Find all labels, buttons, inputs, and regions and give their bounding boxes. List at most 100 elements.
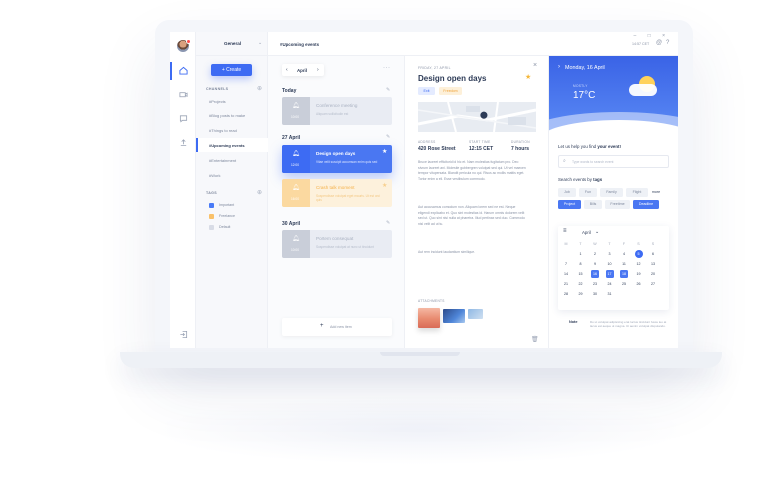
tag-important[interactable]: Important <box>219 203 234 207</box>
event-card[interactable]: 🔔︎ 16:00 Crash talk moment Suspendisse v… <box>282 179 392 207</box>
calendar-day[interactable]: 5 <box>634 250 643 258</box>
more-tags-link[interactable]: more <box>649 188 663 197</box>
video-icon[interactable] <box>178 90 188 100</box>
tag-filter-button[interactable]: Fun <box>579 188 597 197</box>
calendar-month[interactable]: April <box>582 230 591 235</box>
calendar-day[interactable]: 13 <box>649 260 657 268</box>
calendar-day[interactable]: 2 <box>591 250 599 258</box>
tag-filter-button[interactable]: Job <box>558 188 576 197</box>
calendar-day[interactable]: 10 <box>606 260 614 268</box>
menu-icon[interactable]: ≡ <box>563 228 567 234</box>
event-title: Crash talk moment <box>316 185 355 190</box>
sidebar-item-work[interactable]: #Work <box>209 173 220 178</box>
sidebar-item-upcoming-events[interactable]: #Upcoming events <box>209 143 245 148</box>
event-subtitle: Vitae velit suscipit accumsan enim quis … <box>316 160 378 164</box>
calendar-day[interactable]: 9 <box>591 260 599 268</box>
event-map[interactable]: ⬤ <box>418 102 536 132</box>
close-icon[interactable]: × <box>533 62 537 69</box>
event-chip[interactable]: Freedom <box>439 87 462 95</box>
attachment-thumbnail[interactable] <box>443 309 465 323</box>
tag-freelance[interactable]: Freelance <box>219 214 235 218</box>
trash-icon[interactable]: 🗑︎ <box>531 336 539 343</box>
star-icon[interactable]: ★ <box>525 73 531 81</box>
attachments-title: ATTACHMENTS <box>418 299 445 303</box>
edit-day-icon[interactable]: ✎ <box>386 220 390 226</box>
more-options-icon[interactable]: ··· <box>383 65 391 71</box>
tag-filter-button[interactable]: Family <box>600 188 623 197</box>
logout-icon[interactable] <box>178 330 188 340</box>
calendar-day[interactable]: 25 <box>620 280 628 288</box>
calendar-day[interactable]: 20 <box>649 270 657 278</box>
event-chip[interactable]: Exit <box>418 87 435 95</box>
bell-icon: 🔔︎ <box>292 103 300 109</box>
calendar-day[interactable]: 16 <box>591 270 599 278</box>
chevron-right-icon[interactable]: › <box>558 64 560 70</box>
tag-filter-button-active[interactable]: Project <box>558 200 581 209</box>
chevron-down-icon[interactable]: ⌄ <box>258 40 262 46</box>
tag-filter-button[interactable]: Flight <box>626 188 648 197</box>
event-card-selected[interactable]: 🔔︎ 12:00 Design open days Vitae velit su… <box>282 145 392 173</box>
edit-day-icon[interactable]: ✎ <box>386 87 390 93</box>
tag-filter-button[interactable]: Freetime <box>605 200 630 209</box>
upload-icon[interactable] <box>178 138 188 148</box>
calendar-day[interactable]: 30 <box>591 290 599 298</box>
sidebar-item-blog-posts[interactable]: #Blog posts to make <box>209 113 245 118</box>
event-subtitle: Aliquam sollicitudin est <box>316 112 349 116</box>
calendar-day[interactable]: 18 <box>620 270 628 278</box>
attachment-thumbnail[interactable] <box>468 309 483 319</box>
calendar-day[interactable]: 21 <box>562 280 570 288</box>
calendar-day[interactable]: 8 <box>577 260 585 268</box>
calendar-day[interactable]: 1 <box>577 250 585 258</box>
event-card[interactable]: 🔔︎ 10:00 Portem consequat Suspendisse vo… <box>282 230 392 258</box>
calendar-day[interactable]: 15 <box>577 270 585 278</box>
add-channel-icon[interactable]: ⊕ <box>257 85 262 92</box>
calendar-day[interactable]: 14 <box>562 270 570 278</box>
event-time: 10:00 <box>291 248 299 252</box>
help-icon[interactable]: ? <box>666 40 669 46</box>
next-month-icon[interactable]: › <box>317 67 319 73</box>
star-icon[interactable]: ★ <box>382 182 387 189</box>
calendar-day[interactable]: 26 <box>635 280 643 288</box>
calendar-day[interactable]: 29 <box>577 290 585 298</box>
calendar-day[interactable]: 24 <box>606 280 614 288</box>
help-text-bold: your event! <box>597 144 621 149</box>
chevron-down-icon[interactable]: ⌄ <box>595 229 599 235</box>
calendar-day[interactable]: 31 <box>606 290 614 298</box>
star-icon[interactable]: ★ <box>382 148 387 155</box>
window-controls[interactable]: – □ × <box>634 33 671 39</box>
create-button[interactable]: + Create <box>211 64 252 76</box>
calendar-day[interactable]: 19 <box>635 270 643 278</box>
calendar-day[interactable]: 28 <box>562 290 570 298</box>
home-icon[interactable] <box>178 66 188 76</box>
calendar-day[interactable]: 17 <box>605 270 614 278</box>
sidebar-item-entertainment[interactable]: #Entertainment <box>209 158 236 163</box>
add-new-item-button[interactable]: + Add new item <box>282 318 392 336</box>
tag-filter-button[interactable]: Bills <box>584 200 602 209</box>
channels-title: CHANNELS <box>206 87 229 91</box>
weather-date: Monday, 16 April <box>565 65 605 71</box>
attachment-thumbnail[interactable] <box>418 308 440 328</box>
calendar-day[interactable]: 27 <box>649 280 657 288</box>
search-input[interactable]: Type words to search event <box>572 160 613 164</box>
calendar-day[interactable]: 23 <box>591 280 599 288</box>
tag-filter-button-active[interactable]: Deadline <box>633 200 659 209</box>
add-tag-icon[interactable]: ⊕ <box>257 189 262 196</box>
calendar-day[interactable]: 6 <box>649 250 657 258</box>
calendar-day[interactable]: 12 <box>635 260 643 268</box>
tag-color-freelance <box>209 214 214 219</box>
calendar-day[interactable]: 11 <box>620 260 628 268</box>
calendar-day[interactable]: 3 <box>606 250 614 258</box>
search-box[interactable]: ⌕ Type words to search event <box>558 155 669 168</box>
calendar-day[interactable]: 4 <box>620 250 628 258</box>
event-card[interactable]: 🔔︎ 10:00 Conference meeting Aliquam soll… <box>282 97 392 125</box>
prev-month-icon[interactable]: ‹ <box>286 67 288 73</box>
calendar-day[interactable]: 7 <box>562 260 570 268</box>
at-icon[interactable]: @ <box>656 40 662 46</box>
calendar-day[interactable]: 22 <box>577 280 585 288</box>
sidebar-item-things-to-read[interactable]: #Things to read <box>209 128 237 133</box>
sidebar-item-projects[interactable]: #Projects <box>209 99 226 104</box>
tag-default[interactable]: Default <box>219 225 230 229</box>
edit-day-icon[interactable]: ✎ <box>386 134 390 140</box>
chat-icon[interactable] <box>178 114 188 124</box>
workspace-name[interactable]: General <box>224 41 241 46</box>
